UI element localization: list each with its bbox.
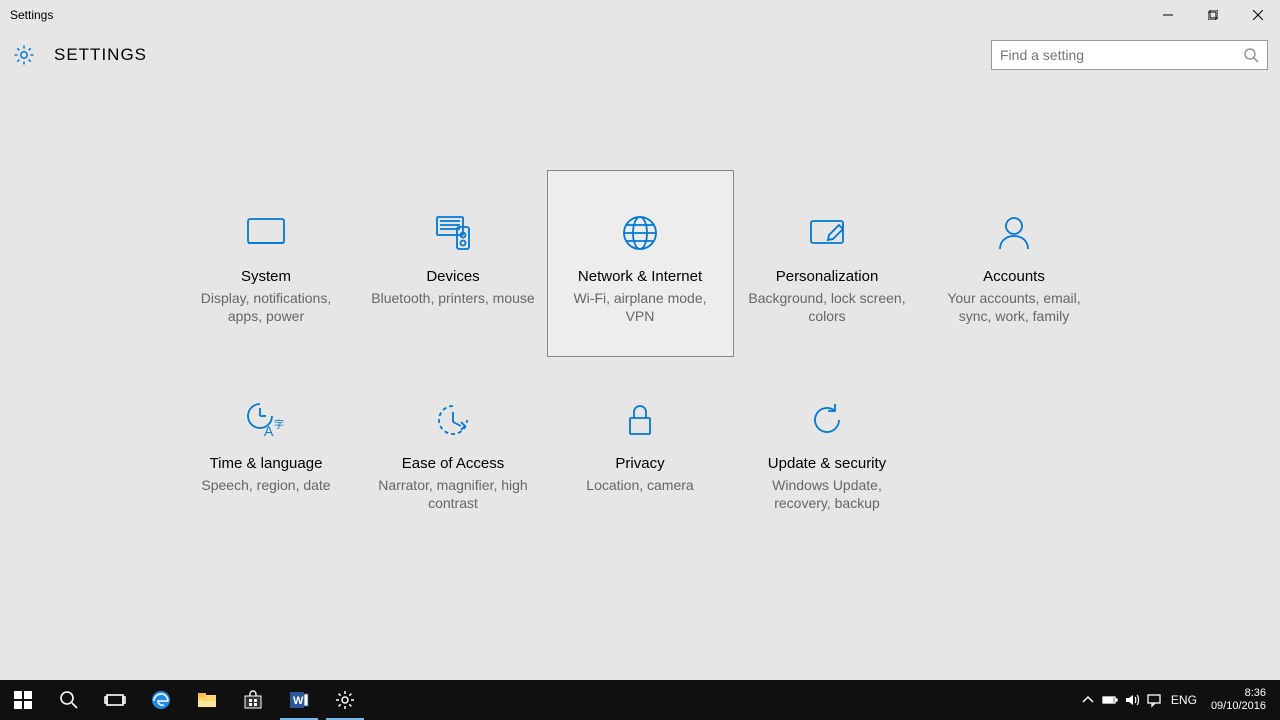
tile-label: Personalization bbox=[776, 267, 879, 287]
search-icon bbox=[1243, 47, 1259, 63]
window-titlebar: Settings bbox=[0, 0, 1280, 30]
tile-desc: Narrator, magnifier, high contrast bbox=[361, 476, 546, 514]
tile-desc: Wi-Fi, airplane mode, VPN bbox=[548, 289, 733, 327]
tile-devices[interactable]: Devices Bluetooth, printers, mouse bbox=[360, 170, 547, 357]
tray-clock[interactable]: 8:36 09/10/2016 bbox=[1203, 687, 1274, 713]
tile-desc: Your accounts, email, sync, work, family bbox=[922, 289, 1107, 327]
window-title: Settings bbox=[10, 8, 53, 22]
taskbar-app-file-explorer[interactable] bbox=[184, 680, 230, 720]
update-icon bbox=[805, 398, 849, 442]
tile-label: System bbox=[241, 267, 291, 287]
page-header: SETTINGS bbox=[0, 30, 1280, 80]
ease-of-access-icon bbox=[431, 398, 475, 442]
tile-desc: Display, notifications, apps, power bbox=[174, 289, 359, 327]
tile-desc: Bluetooth, printers, mouse bbox=[361, 289, 544, 308]
lock-icon bbox=[618, 398, 662, 442]
svg-text:字: 字 bbox=[274, 418, 284, 431]
devices-icon bbox=[431, 211, 475, 255]
tile-label: Ease of Access bbox=[402, 454, 505, 474]
tray-date: 09/10/2016 bbox=[1211, 700, 1266, 713]
tray-language[interactable]: ENG bbox=[1165, 693, 1203, 707]
time-language-icon: A 字 bbox=[244, 398, 288, 442]
tile-ease-of-access[interactable]: Ease of Access Narrator, magnifier, high… bbox=[360, 357, 547, 544]
tile-label: Devices bbox=[426, 267, 479, 287]
tile-desc: Background, lock screen, colors bbox=[735, 289, 920, 327]
tray-battery-icon[interactable] bbox=[1099, 680, 1121, 720]
tray-action-center-icon[interactable] bbox=[1143, 680, 1165, 720]
settings-grid: System Display, notifications, apps, pow… bbox=[0, 170, 1280, 544]
tile-privacy[interactable]: Privacy Location, camera bbox=[547, 357, 734, 544]
svg-text:A: A bbox=[264, 423, 274, 439]
start-button[interactable] bbox=[0, 680, 46, 720]
search-box[interactable] bbox=[991, 40, 1268, 70]
taskbar-app-word[interactable]: W bbox=[276, 680, 322, 720]
tile-label: Update & security bbox=[768, 454, 886, 474]
close-button[interactable] bbox=[1235, 0, 1280, 30]
tile-personalization[interactable]: Personalization Background, lock screen,… bbox=[734, 170, 921, 357]
taskbar-app-settings[interactable] bbox=[322, 680, 368, 720]
personalization-icon bbox=[805, 211, 849, 255]
taskbar-app-edge[interactable] bbox=[138, 680, 184, 720]
tile-desc: Windows Update, recovery, backup bbox=[735, 476, 920, 514]
tile-label: Time & language bbox=[210, 454, 323, 474]
globe-icon bbox=[618, 211, 662, 255]
task-view-button[interactable] bbox=[92, 680, 138, 720]
tray-chevron-up-icon[interactable] bbox=[1077, 680, 1099, 720]
system-icon bbox=[244, 211, 288, 255]
tile-system[interactable]: System Display, notifications, apps, pow… bbox=[173, 170, 360, 357]
tile-time-language[interactable]: A 字 Time & language Speech, region, date bbox=[173, 357, 360, 544]
tile-label: Accounts bbox=[983, 267, 1045, 287]
tile-accounts[interactable]: Accounts Your accounts, email, sync, wor… bbox=[921, 170, 1108, 357]
tile-desc: Location, camera bbox=[576, 476, 703, 495]
tile-update-security[interactable]: Update & security Windows Update, recove… bbox=[734, 357, 921, 544]
page-title: SETTINGS bbox=[54, 45, 147, 65]
accounts-icon bbox=[992, 211, 1036, 255]
tile-network-internet[interactable]: Network & Internet Wi-Fi, airplane mode,… bbox=[547, 170, 734, 357]
maximize-button[interactable] bbox=[1190, 0, 1235, 30]
svg-text:W: W bbox=[293, 695, 304, 707]
taskbar: W ENG 8:36 09/10/2016 bbox=[0, 680, 1280, 720]
gear-icon bbox=[12, 43, 36, 67]
tile-desc: Speech, region, date bbox=[191, 476, 340, 495]
tile-label: Network & Internet bbox=[578, 267, 702, 287]
tray-volume-icon[interactable] bbox=[1121, 680, 1143, 720]
taskbar-search-button[interactable] bbox=[46, 680, 92, 720]
tray-time: 8:36 bbox=[1211, 687, 1266, 700]
taskbar-app-store[interactable] bbox=[230, 680, 276, 720]
tile-label: Privacy bbox=[615, 454, 664, 474]
search-input[interactable] bbox=[1000, 47, 1243, 63]
minimize-button[interactable] bbox=[1145, 0, 1190, 30]
